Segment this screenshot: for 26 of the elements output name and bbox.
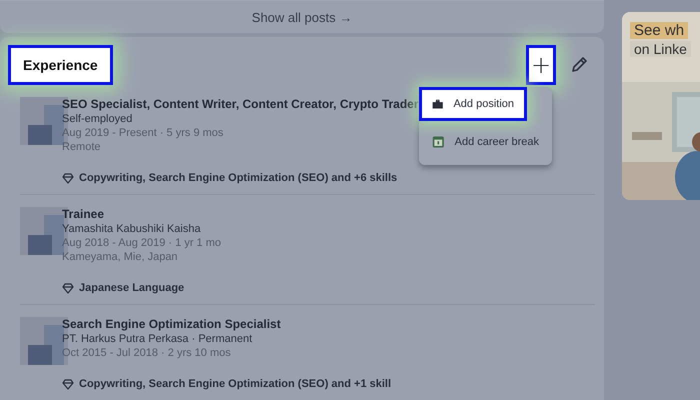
- company-name: Self-employed: [62, 113, 132, 125]
- diamond-icon: [62, 378, 74, 390]
- job-title[interactable]: Search Engine Optimization Specialist: [62, 317, 281, 331]
- company-name: Yamashita Kabushiki Kaisha: [62, 223, 201, 235]
- job-dates: Oct 2015 - Jul 2018 · 2 yrs 10 mos: [62, 347, 231, 359]
- menu-item[interactable]: Add position: [419, 87, 527, 121]
- ad-headline: on Linke: [630, 41, 691, 57]
- job-title[interactable]: SEO Specialist, Content Writer, Content Creator, Crypto Trader: [62, 97, 419, 111]
- job-dates: Aug 2018 - Aug 2019 · 1 yr 1 mo: [62, 237, 221, 249]
- diamond-icon: [62, 172, 74, 184]
- job-location: Remote: [62, 141, 101, 153]
- calendar-icon: [432, 134, 445, 150]
- skills-text[interactable]: Copywriting, Search Engine Optimization (SEO) and +1 skill: [79, 378, 392, 390]
- menu-item[interactable]: Add career break: [419, 125, 552, 159]
- show-all-posts-link[interactable]: Show all posts →: [252, 10, 352, 24]
- company-name: PT. Harkus Putra Perkasa · Permanent: [62, 333, 252, 345]
- skills-text[interactable]: Copywriting, Search Engine Optimization (SEO) and +6 skills: [79, 172, 398, 184]
- job-dates: Aug 2019 - Present · 5 yrs 9 mos: [62, 127, 224, 139]
- edit-icon[interactable]: [570, 56, 588, 74]
- ad-headline: See wh: [630, 22, 688, 39]
- add-button[interactable]: +: [526, 45, 556, 85]
- job-title[interactable]: Trainee: [62, 207, 104, 221]
- diamond-icon: [62, 282, 74, 294]
- job-location: Kameyama, Mie, Japan: [62, 251, 178, 263]
- section-title: Experience: [8, 45, 113, 85]
- skills-text[interactable]: Japanese Language: [79, 282, 184, 294]
